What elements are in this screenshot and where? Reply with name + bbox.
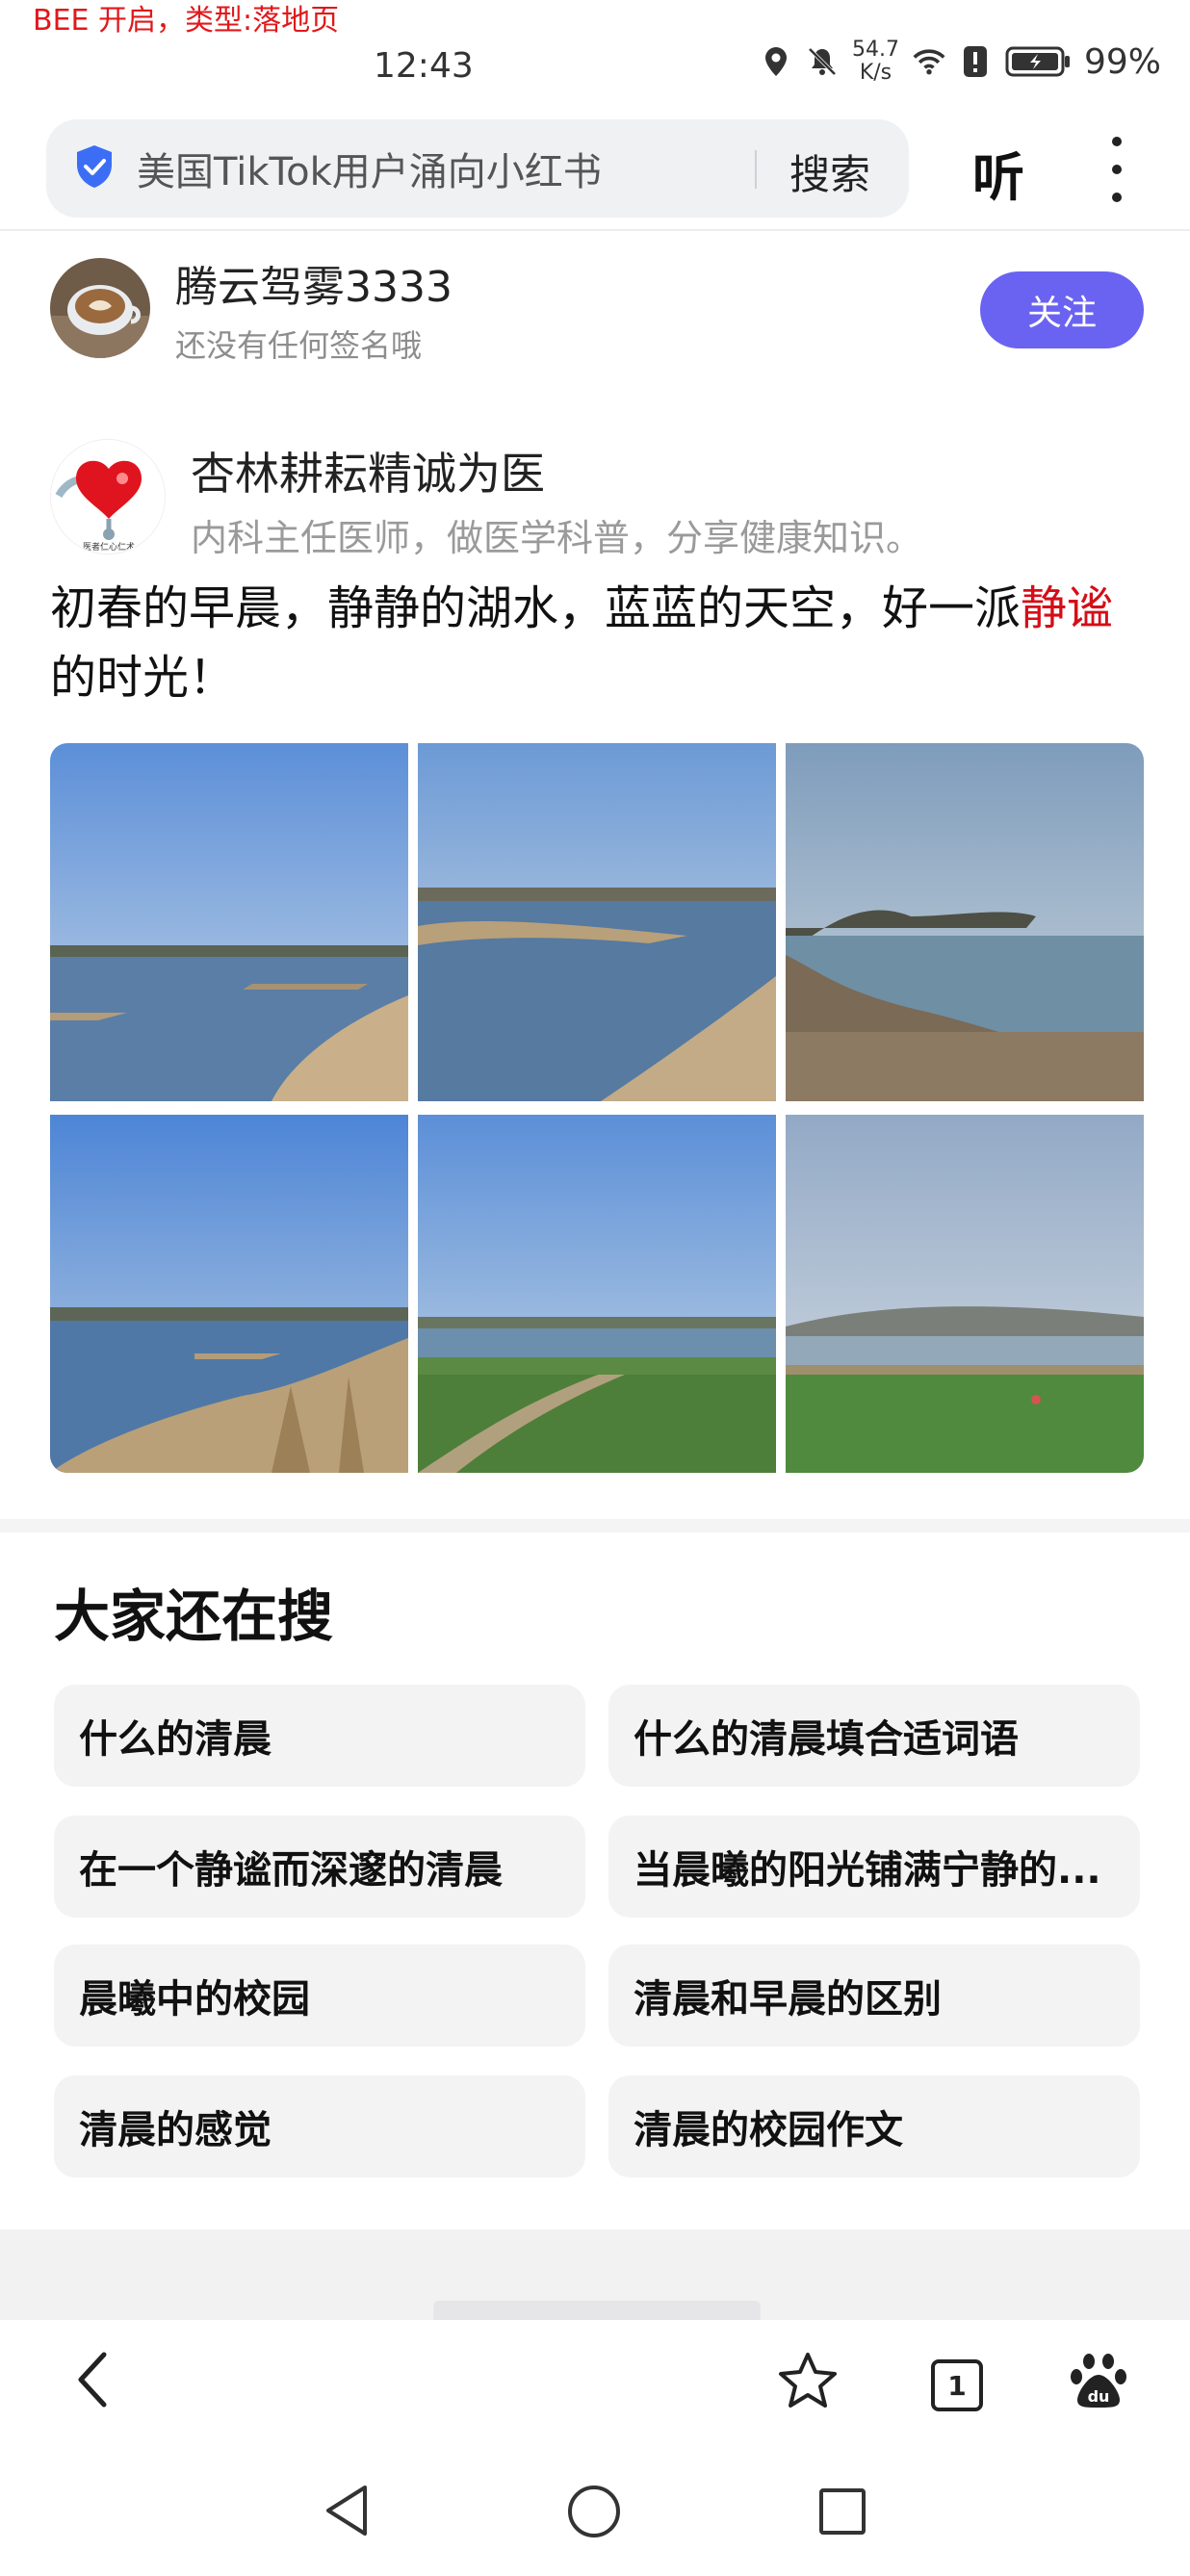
post-photo[interactable] bbox=[50, 743, 408, 1101]
search-divider bbox=[755, 150, 757, 189]
related-search-chip[interactable]: 晨曦中的校园 bbox=[54, 1945, 585, 2047]
more-dot-icon bbox=[1112, 193, 1122, 202]
nav-back-button[interactable] bbox=[318, 2482, 375, 2539]
shield-check-icon bbox=[73, 143, 116, 193]
post-photo[interactable] bbox=[786, 1115, 1144, 1473]
alert-icon bbox=[959, 45, 992, 78]
svg-text:du: du bbox=[1088, 2387, 1110, 2406]
battery-percent: 99% bbox=[1083, 41, 1161, 82]
baidu-button[interactable]: du bbox=[1065, 2347, 1132, 2414]
author-signature: 还没有任何签名哦 bbox=[175, 327, 423, 364]
location-icon bbox=[760, 45, 792, 78]
chip-label: 清晨的感觉 bbox=[79, 2108, 272, 2152]
search-input[interactable]: 美国TikTok用户涌向小红书 bbox=[137, 141, 602, 196]
original-author-avatar[interactable]: 医者仁心仁术 bbox=[50, 439, 166, 554]
related-searches-title: 大家还在搜 bbox=[54, 1584, 334, 1649]
post-photo[interactable] bbox=[418, 743, 776, 1101]
browser-toolbar: 1 du bbox=[0, 2320, 1190, 2460]
circle-home-icon bbox=[568, 2486, 620, 2537]
original-author-description: 内科主任医师，做医学科普，分享健康知识。 bbox=[191, 517, 923, 559]
star-icon bbox=[779, 2353, 837, 2408]
nav-recents-button[interactable] bbox=[815, 2484, 870, 2539]
status-time: 12:43 bbox=[374, 46, 474, 86]
related-search-chip[interactable]: 在一个静谧而深邃的清晨 bbox=[54, 1816, 585, 1918]
related-search-chip[interactable]: 清晨和早晨的区别 bbox=[608, 1945, 1140, 2047]
chip-label: 什么的清晨填合适词语 bbox=[634, 1717, 1019, 1762]
chip-label: 什么的清晨 bbox=[79, 1717, 272, 1762]
status-icons: 54.7 K/s 99% bbox=[760, 39, 1161, 85]
post-text-after: 的时光！ bbox=[50, 651, 236, 705]
square-recents-icon bbox=[819, 2488, 866, 2535]
author-name[interactable]: 腾云驾雾3333 bbox=[175, 252, 453, 314]
avatar-caption: 医者仁心仁术 bbox=[83, 541, 135, 553]
section-divider bbox=[0, 1519, 1190, 1533]
more-menu-button[interactable] bbox=[1105, 137, 1128, 202]
post-photo[interactable] bbox=[50, 1115, 408, 1473]
tabs-button[interactable]: 1 bbox=[926, 2355, 988, 2416]
related-search-chip[interactable]: 当晨曦的阳光铺满宁静的... bbox=[608, 1816, 1140, 1918]
network-speed: 54.7 K/s bbox=[852, 39, 899, 85]
wifi-icon bbox=[913, 45, 945, 78]
related-search-chip[interactable]: 清晨的感觉 bbox=[54, 2075, 585, 2177]
follow-button[interactable]: 关注 bbox=[980, 271, 1144, 348]
more-dot-icon bbox=[1112, 137, 1122, 146]
baidu-paw-icon: du bbox=[1071, 2354, 1126, 2408]
post-text-highlight[interactable]: 静谧 bbox=[1021, 581, 1113, 635]
author-avatar[interactable] bbox=[50, 258, 150, 358]
nav-home-button[interactable] bbox=[564, 2482, 624, 2541]
chip-label: 在一个静谧而深邃的清晨 bbox=[79, 1848, 503, 1893]
speed-value: 54.7 bbox=[852, 38, 899, 62]
triangle-back-icon bbox=[326, 2486, 367, 2536]
original-author-name[interactable]: 杏林耕耘精诚为医 bbox=[191, 439, 545, 502]
related-search-chip[interactable]: 什么的清晨填合适词语 bbox=[608, 1685, 1140, 1787]
chip-label: 清晨的校园作文 bbox=[634, 2108, 903, 2152]
related-search-chip[interactable]: 清晨的校园作文 bbox=[608, 2075, 1140, 2177]
header-divider bbox=[0, 229, 1190, 231]
listen-button[interactable]: 听 bbox=[972, 135, 1024, 211]
chip-label: 晨曦中的校园 bbox=[79, 1977, 310, 2022]
post-text-before: 初春的早晨，静静的湖水，蓝蓝的天空，好一派 bbox=[50, 581, 1022, 635]
search-bar[interactable]: 美国TikTok用户涌向小红书 搜索 bbox=[46, 119, 909, 218]
chevron-left-icon bbox=[78, 2352, 107, 2408]
post-photo[interactable] bbox=[786, 743, 1144, 1101]
back-button[interactable] bbox=[62, 2349, 123, 2410]
more-dot-icon bbox=[1112, 165, 1122, 174]
chip-label: 清晨和早晨的区别 bbox=[634, 1977, 942, 2022]
mute-bell-icon bbox=[806, 45, 839, 78]
post-text: 初春的早晨，静静的湖水，蓝蓝的天空，好一派静谧的时光！ bbox=[50, 574, 1148, 712]
speed-unit: K/s bbox=[859, 61, 892, 85]
post-photo[interactable] bbox=[418, 1115, 776, 1473]
battery-icon bbox=[1005, 45, 1071, 78]
debug-tag: BEE 开启，类型:落地页 bbox=[33, 4, 340, 38]
favorite-button[interactable] bbox=[774, 2347, 841, 2414]
tab-count: 1 bbox=[931, 2359, 983, 2411]
search-button[interactable]: 搜索 bbox=[789, 142, 870, 201]
chip-label: 当晨曦的阳光铺满宁静的... bbox=[634, 1848, 1101, 1893]
related-search-chip[interactable]: 什么的清晨 bbox=[54, 1685, 585, 1787]
system-nav-bar bbox=[0, 2460, 1190, 2576]
